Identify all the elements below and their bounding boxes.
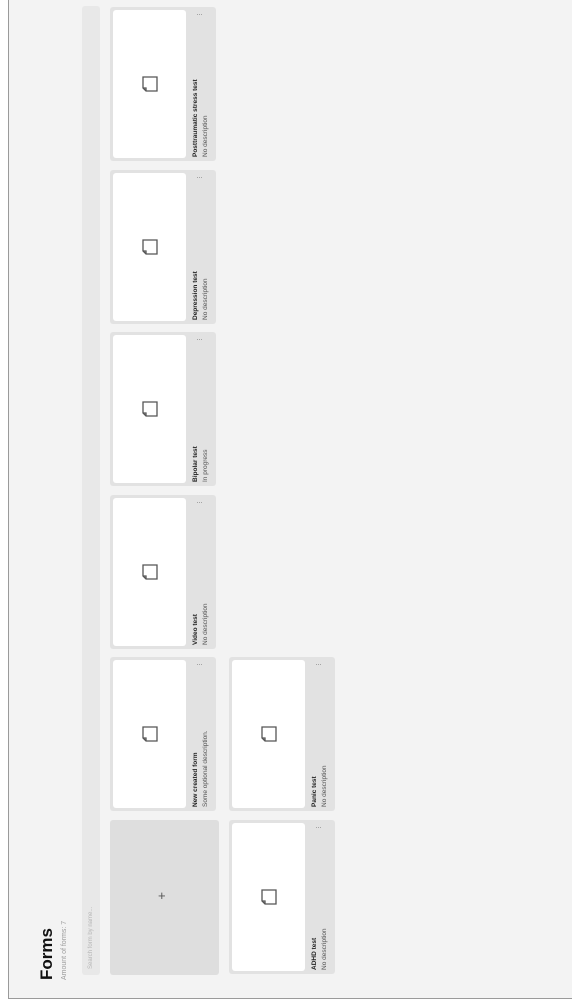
form-thumbnail: [113, 335, 186, 483]
more-options-icon[interactable]: ···: [196, 497, 203, 507]
document-icon: [142, 239, 158, 255]
document-icon: [142, 564, 158, 580]
form-title: Depression test: [192, 271, 199, 320]
document-icon: [261, 726, 277, 742]
more-options-icon[interactable]: ···: [196, 659, 203, 669]
form-title: Posttraumatic stress test: [192, 79, 199, 157]
forms-count: Amount of forms: 7: [61, 920, 68, 980]
form-description: No description: [202, 603, 209, 645]
form-card[interactable]: Panic test No description ···: [229, 657, 335, 811]
form-card[interactable]: Bipolar test In progress ···: [110, 332, 216, 486]
document-icon: [261, 889, 277, 905]
form-thumbnail: [232, 660, 305, 808]
more-options-icon[interactable]: ···: [196, 334, 203, 344]
form-card[interactable]: Video test No description ···: [110, 495, 216, 649]
more-options-icon[interactable]: ···: [315, 659, 322, 669]
form-description: No description: [321, 928, 328, 970]
form-title: ADHD test: [311, 937, 318, 970]
form-title: Bipolar test: [192, 446, 199, 482]
form-thumbnail: [113, 498, 186, 646]
document-icon: [142, 76, 158, 92]
form-description: No description: [321, 765, 328, 807]
add-form-button[interactable]: +: [110, 820, 219, 975]
form-description: Some optional description.: [202, 730, 209, 807]
form-card[interactable]: Depression test No description ···: [110, 170, 216, 324]
more-options-icon[interactable]: ···: [315, 822, 322, 832]
form-description: No description: [202, 278, 209, 320]
form-thumbnail: [232, 823, 305, 971]
search-placeholder: Search form by name...: [88, 906, 94, 969]
form-card[interactable]: ADHD test No description ···: [229, 820, 335, 974]
more-options-icon[interactable]: ···: [196, 9, 203, 19]
page-title: Forms: [37, 928, 56, 980]
form-description: No description: [202, 115, 209, 157]
form-card[interactable]: New created form Some optional descripti…: [110, 657, 216, 811]
document-icon: [142, 401, 158, 417]
form-title: Panic test: [311, 776, 318, 807]
form-description: In progress: [202, 449, 209, 482]
document-icon: [142, 726, 158, 742]
form-thumbnail: [113, 660, 186, 808]
search-input[interactable]: Search form by name...: [82, 6, 100, 975]
forms-panel: Forms Amount of forms: 7 Search form by …: [8, 0, 572, 999]
form-title: New created form: [192, 752, 199, 807]
form-thumbnail: [113, 10, 186, 158]
form-title: Video test: [192, 614, 199, 645]
form-card[interactable]: Posttraumatic stress test No description…: [110, 7, 216, 161]
more-options-icon[interactable]: ···: [196, 172, 203, 182]
plus-icon: +: [158, 888, 166, 903]
form-thumbnail: [113, 173, 186, 321]
